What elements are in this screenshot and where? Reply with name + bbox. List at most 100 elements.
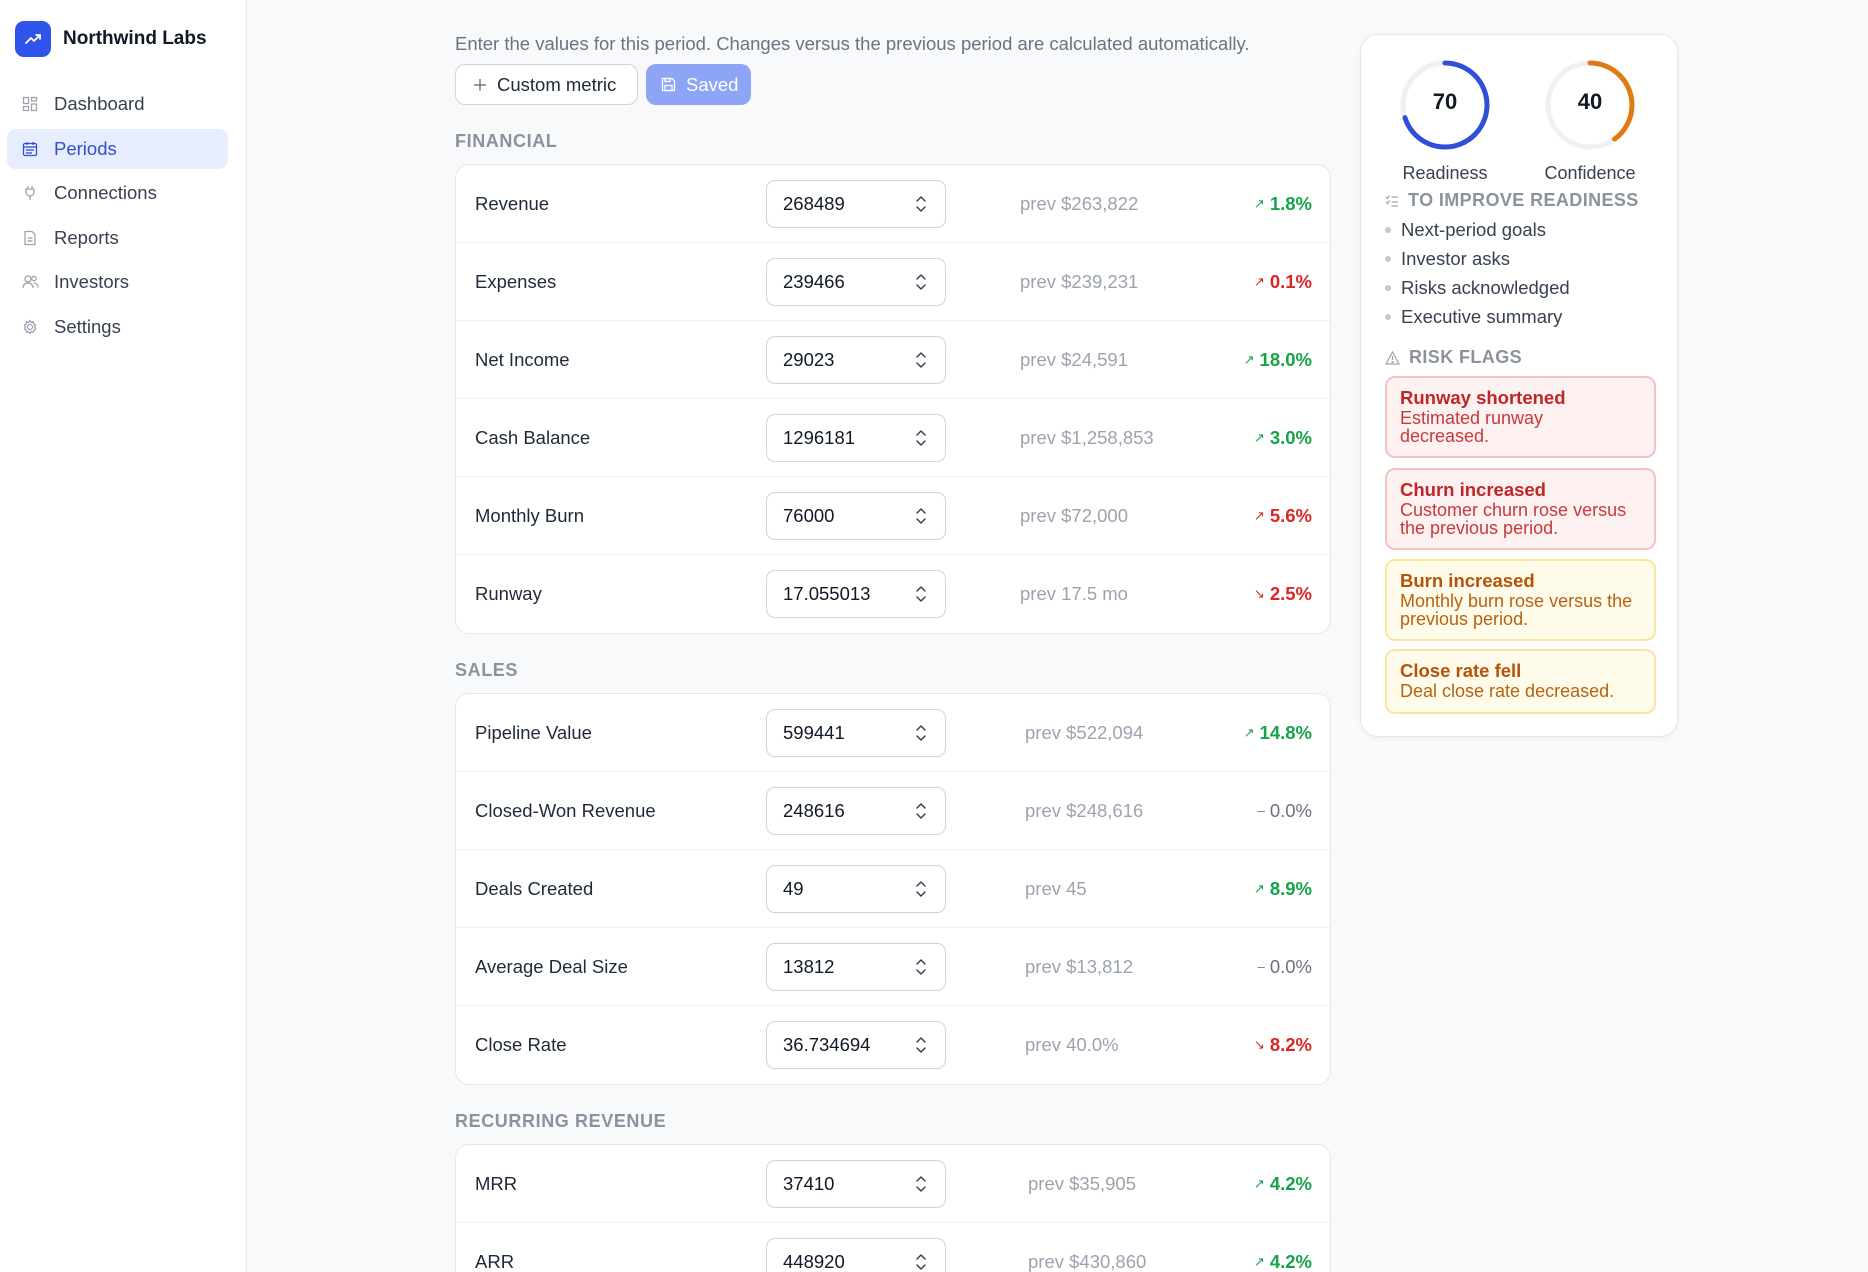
metric-change: ↗ 5.6% — [1254, 477, 1312, 555]
confidence-value: 40 — [1577, 89, 1603, 114]
chevron-up-down-icon[interactable] — [915, 801, 927, 821]
chevron-up-down-icon[interactable] — [915, 879, 927, 899]
risk-flag-title: Churn increased — [1400, 479, 1546, 500]
risk-flag-title: Burn increased — [1400, 570, 1535, 591]
metric-previous: prev 17.5 mo — [1020, 583, 1128, 604]
list-item: Next-period goals — [1385, 215, 1570, 244]
risk-flag-title: Close rate fell — [1400, 660, 1522, 681]
metric-value-input[interactable]: 248616 — [766, 787, 946, 835]
trend-arrow-icon: ↘ — [1253, 586, 1265, 601]
risk-flag-description: Deal close rate decreased. — [1400, 681, 1615, 701]
metric-value-input[interactable]: 268489 — [766, 180, 946, 228]
chevron-up-down-icon[interactable] — [915, 428, 927, 448]
financial-card: Revenue 268489 prev $263,822 ↗ 1.8% Expenses… — [455, 164, 1331, 634]
sidebar-item-connections[interactable]: Connections — [7, 173, 228, 213]
grid-icon — [21, 95, 39, 113]
list-item: Risks acknowledged — [1385, 273, 1570, 302]
sidebar-item-label: Periods — [54, 137, 117, 159]
metric-value: 29023 — [783, 349, 835, 370]
plug-icon — [21, 184, 39, 202]
metric-value: 448920 — [783, 1251, 845, 1272]
metric-previous: prev $239,231 — [1020, 271, 1139, 292]
metric-label: Cash Balance — [475, 427, 591, 448]
metric-value-input[interactable]: 13812 — [766, 943, 946, 991]
readiness-value: 70 — [1432, 89, 1458, 114]
metric-value-input[interactable]: 239466 — [766, 258, 946, 306]
metric-value-input[interactable]: 448920 — [766, 1238, 946, 1272]
chevron-up-down-icon[interactable] — [915, 1252, 927, 1272]
sidebar-item-label: Settings — [54, 315, 121, 337]
metric-value: 268489 — [783, 193, 845, 214]
chevron-up-down-icon[interactable] — [915, 506, 927, 526]
sidebar: Northwind Labs Dashboard Periods Connect… — [0, 0, 247, 1272]
sidebar-item-dashboard[interactable]: Dashboard — [7, 84, 228, 124]
metric-value-input[interactable]: 76000 — [766, 492, 946, 540]
trend-arrow-icon: ↗ — [1253, 274, 1265, 289]
metric-previous: prev 40.0% — [1025, 1034, 1119, 1055]
metric-previous: prev 45 — [1025, 878, 1087, 899]
sidebar-item-label: Dashboard — [54, 93, 145, 114]
brand[interactable]: Northwind Labs — [15, 21, 207, 57]
sidebar-item-periods[interactable]: Periods — [7, 128, 228, 169]
metric-change: ↘ 2.5% — [1254, 555, 1312, 633]
section-title-financial: FINANCIAL — [455, 131, 558, 151]
metric-change: ↗ 3.0% — [1254, 399, 1312, 477]
table-row: Close Rate 36.734694 prev 40.0% ↘ 8.2% — [456, 1006, 1330, 1084]
chevron-up-down-icon[interactable] — [915, 1035, 927, 1055]
metric-value: 17.055013 — [783, 583, 871, 604]
sidebar-item-investors[interactable]: Investors — [7, 262, 228, 302]
sidebar-item-reports[interactable]: Reports — [7, 218, 228, 258]
metric-value-input[interactable]: 1296181 — [766, 414, 946, 462]
sidebar-item-label: Investors — [54, 271, 130, 293]
gear-icon — [21, 318, 39, 336]
trend-arrow-icon: ↗ — [1243, 352, 1255, 367]
readiness-gauge: 70 Readiness — [1397, 57, 1493, 184]
trend-arrow-icon: ↗ — [1253, 508, 1265, 523]
risk-flag-description: Estimated runway decreased. — [1400, 408, 1544, 446]
metric-value-input[interactable]: 49 — [766, 865, 946, 913]
trend-arrow-icon: ↘ — [1253, 1037, 1265, 1052]
metric-value-input[interactable]: 36.734694 — [766, 1021, 946, 1069]
metric-previous: prev $24,591 — [1020, 349, 1129, 370]
calendar-icon — [21, 140, 39, 158]
save-icon — [661, 77, 676, 92]
chevron-up-down-icon[interactable] — [915, 350, 927, 370]
custom-metric-label: Custom metric — [497, 73, 617, 95]
chevron-up-down-icon[interactable] — [915, 272, 927, 292]
metric-value-input[interactable]: 599441 — [766, 709, 946, 757]
chevron-up-down-icon[interactable] — [915, 584, 927, 604]
metric-change: ↗ 8.9% — [1254, 850, 1312, 928]
list-item: Executive summary — [1385, 302, 1570, 331]
metric-value-input[interactable]: 37410 — [766, 1160, 946, 1208]
sidebar-item-settings[interactable]: Settings — [7, 307, 228, 347]
metric-change: –0.0% — [1258, 772, 1312, 850]
sales-card: Pipeline Value 599441 prev $522,094 ↗ 14.8% … — [455, 693, 1331, 1085]
table-row: Deals Created 49 prev 45 ↗ 8.9% — [456, 850, 1330, 928]
chevron-up-down-icon[interactable] — [915, 723, 927, 743]
metric-label: ARR — [475, 1251, 515, 1272]
metric-previous: prev $1,258,853 — [1020, 427, 1154, 448]
metric-value-input[interactable]: 17.055013 — [766, 570, 946, 618]
chevron-up-down-icon[interactable] — [915, 194, 927, 214]
trend-arrow-icon: ↗ — [1243, 725, 1255, 740]
metric-previous: prev $72,000 — [1020, 505, 1129, 526]
section-title-recurring-revenue: RECURRING REVENUE — [455, 1111, 667, 1131]
custom-metric-button[interactable]: Custom metric — [455, 64, 638, 105]
trend-arrow-icon: – — [1257, 959, 1265, 974]
metric-value-input[interactable]: 29023 — [766, 336, 946, 384]
metric-label: Pipeline Value — [475, 722, 592, 743]
saved-button[interactable]: Saved — [646, 64, 751, 105]
trend-arrow-icon: ↗ — [1253, 1176, 1265, 1191]
metric-label: Close Rate — [475, 1034, 567, 1055]
metric-label: Runway — [475, 583, 542, 604]
risk-flag-description: Customer churn rose versus the previous … — [1400, 500, 1627, 538]
chevron-up-down-icon[interactable] — [915, 1174, 927, 1194]
chevron-up-down-icon[interactable] — [915, 957, 927, 977]
readiness-panel: 70 Readiness 40 Confidence TO IMPROVE RE… — [1360, 34, 1678, 737]
risk-flags-heading-label: RISK FLAGS — [1409, 347, 1523, 367]
trend-arrow-icon: – — [1257, 803, 1265, 818]
improve-heading-label: TO IMPROVE READINESS — [1408, 190, 1639, 210]
metric-value: 13812 — [783, 956, 835, 977]
table-row: Net Income 29023 prev $24,591 ↗ 18.0% — [456, 321, 1330, 399]
intro-text: Enter the values for this period. Change… — [455, 33, 1250, 54]
